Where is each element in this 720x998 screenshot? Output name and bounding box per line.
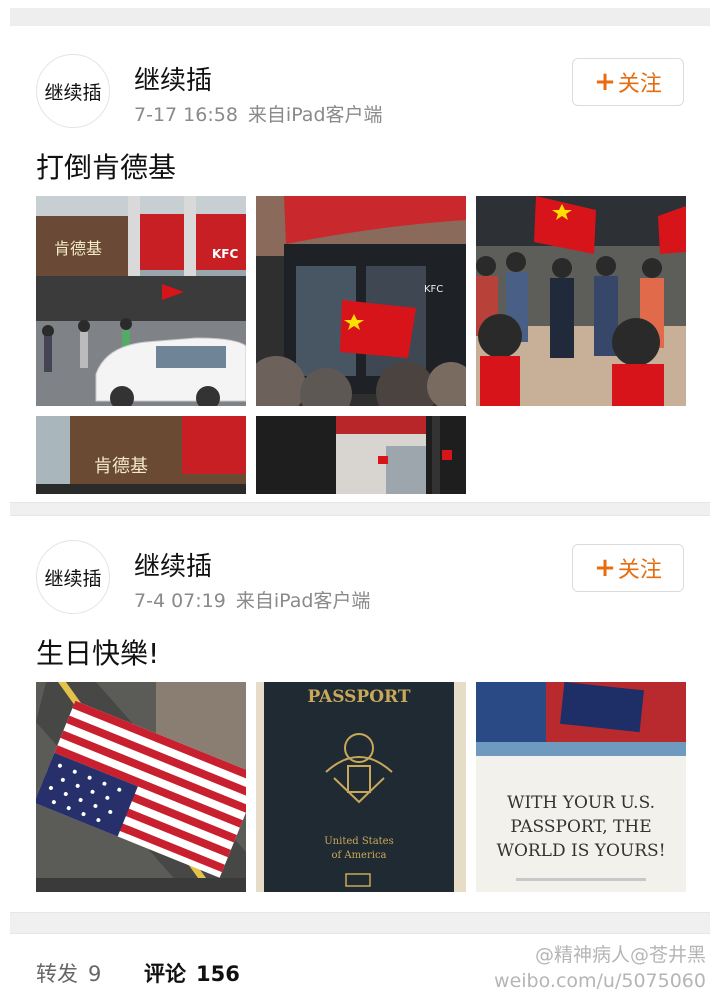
passport-title: PASSPORT <box>308 687 411 707</box>
photo-thumbnail[interactable] <box>36 682 246 892</box>
post-source: 来自iPad客户端 <box>247 104 383 126</box>
photo-thumbnail[interactable]: 肯德基 <box>36 416 246 494</box>
username[interactable]: 继续插 <box>134 546 212 583</box>
plus-icon: + <box>594 67 616 97</box>
kfc-logo-text: KFC <box>212 247 238 261</box>
post-divider <box>10 912 710 934</box>
watermark: @精神病人@苍井黑 weibo.com/u/5075060 <box>494 942 706 994</box>
brochure-line3: WORLD IS YOURS! <box>496 841 665 861</box>
photo-thumbnail[interactable]: 肯德基 KFC <box>36 196 246 406</box>
watermark-handle: @精神病人@苍井黑 <box>534 944 706 966</box>
passport-line2: of America <box>331 850 386 861</box>
photo-thumbnail[interactable]: PASSPORT United States of America <box>256 682 466 892</box>
watermark-url: weibo.com/u/5075060 <box>494 970 706 992</box>
kfc-logo-text: KFC <box>424 284 443 295</box>
post-meta: 7-4 07:19 来自iPad客户端 <box>134 586 370 613</box>
repost-label: 转发 <box>36 962 78 986</box>
comment-button[interactable]: 评论 156 <box>144 958 240 988</box>
kfc-sign-text: 肯德基 <box>94 456 148 477</box>
repost-count: 9 <box>88 962 102 986</box>
post-text: 生日快樂! <box>36 637 160 670</box>
follow-label: 关注 <box>617 558 662 583</box>
brochure-line2: PASSPORT, THE <box>510 817 651 837</box>
post-meta: 7-17 16:58 来自iPad客户端 <box>134 100 383 127</box>
photo-thumbnail[interactable]: WITH YOUR U.S. PASSPORT, THE WORLD IS YO… <box>476 682 686 892</box>
avatar[interactable]: 继续插 <box>36 54 110 128</box>
plus-icon: + <box>594 553 616 583</box>
avatar[interactable]: 继续插 <box>36 540 110 614</box>
photo-thumbnail[interactable] <box>256 416 466 494</box>
top-gap <box>10 8 710 26</box>
brochure-line1: WITH YOUR U.S. <box>507 793 655 813</box>
post-text: 打倒肯德基 <box>36 151 177 184</box>
weibo-post: 继续插 继续插 7-4 07:19 来自iPad客户端 + 关注 生日快樂! P… <box>10 516 710 896</box>
username[interactable]: 继续插 <box>134 60 212 97</box>
repost-button[interactable]: 转发 9 <box>36 958 101 988</box>
follow-button[interactable]: + 关注 <box>572 544 684 592</box>
passport-line1: United States <box>324 836 393 847</box>
kfc-sign-text: 肯德基 <box>54 239 102 258</box>
post-source: 来自iPad客户端 <box>235 590 371 612</box>
comment-label: 评论 <box>144 962 186 986</box>
comment-count: 156 <box>196 962 240 986</box>
follow-label: 关注 <box>617 72 662 97</box>
post-divider <box>10 502 710 516</box>
photo-thumbnail[interactable]: KFC <box>256 196 466 406</box>
photo-thumbnail[interactable] <box>476 196 686 406</box>
weibo-post: 继续插 继续插 7-17 16:58 来自iPad客户端 + 关注 打倒肯德基 肯… <box>10 30 710 502</box>
follow-button[interactable]: + 关注 <box>572 58 684 106</box>
post-time: 7-4 07:19 <box>134 590 226 612</box>
post-time: 7-17 16:58 <box>134 104 238 126</box>
